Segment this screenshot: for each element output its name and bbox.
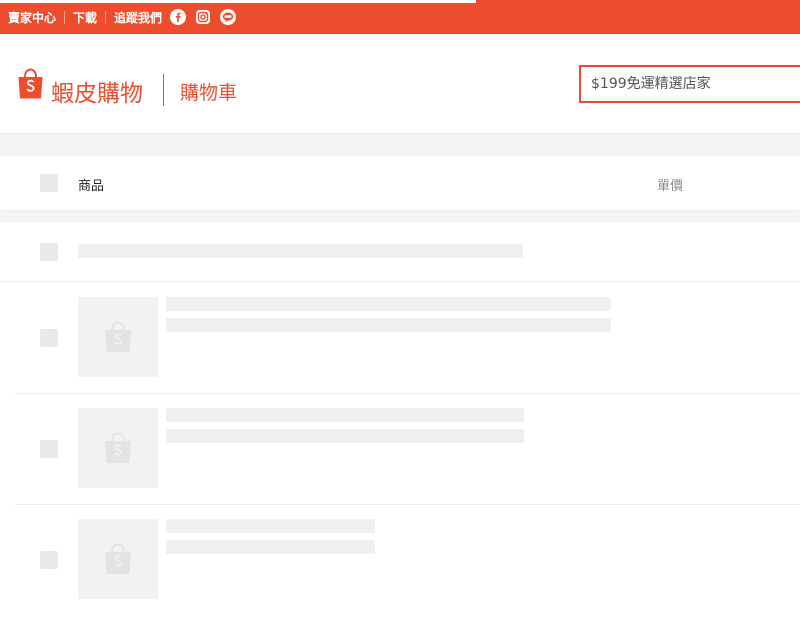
shop-row-skeleton	[0, 222, 800, 282]
nav-divider	[105, 10, 107, 24]
product-variant-placeholder	[166, 318, 611, 332]
download-link[interactable]: 下載	[73, 9, 97, 26]
cart-item-skeleton	[15, 283, 800, 394]
shopee-bag-placeholder-icon	[105, 432, 131, 463]
search-input[interactable]	[579, 65, 800, 103]
shopee-bag-placeholder-icon	[105, 321, 131, 352]
product-name-placeholder	[166, 519, 375, 533]
product-name-placeholder	[166, 297, 611, 311]
follow-us-label: 追蹤我們	[114, 10, 163, 25]
product-column-label: 商品	[78, 179, 105, 194]
product-thumbnail-placeholder	[78, 297, 158, 377]
shop-name-placeholder	[78, 244, 523, 258]
cart-column-header: 商品 單價	[0, 156, 800, 210]
product-thumbnail-placeholder	[78, 519, 158, 599]
page-title: 購物車	[180, 82, 238, 104]
top-navbar: 賣家中心 下載 追蹤我們	[0, 0, 800, 34]
shopee-bag-logo-icon[interactable]	[17, 68, 44, 100]
cart-items-list	[0, 222, 800, 622]
social-links	[170, 9, 237, 25]
item-checkbox[interactable]	[40, 551, 58, 569]
nav-divider	[64, 10, 66, 24]
product-thumbnail-placeholder	[78, 408, 158, 488]
line-icon[interactable]	[220, 9, 237, 25]
instagram-icon[interactable]	[195, 9, 211, 25]
logo-divider	[163, 74, 164, 106]
top-nav-links: 賣家中心 下載 追蹤我們	[8, 8, 237, 26]
select-all-checkbox[interactable]	[40, 174, 58, 192]
cart-item-skeleton	[15, 505, 800, 616]
cart-item-skeleton	[15, 394, 800, 505]
item-checkbox[interactable]	[40, 329, 58, 347]
item-checkbox[interactable]	[40, 440, 58, 458]
facebook-icon[interactable]	[170, 9, 187, 25]
loading-progress-bar	[0, 0, 476, 3]
page-header: 蝦皮購物 購物車	[0, 34, 800, 134]
product-name-placeholder	[166, 408, 524, 422]
logo-text[interactable]: 蝦皮購物	[51, 74, 143, 108]
seller-center-link[interactable]: 賣家中心	[8, 9, 56, 26]
shopee-bag-placeholder-icon	[105, 543, 131, 574]
shop-checkbox[interactable]	[40, 243, 58, 261]
unit-price-column-label: 單價	[657, 179, 684, 194]
product-variant-placeholder	[166, 540, 375, 554]
product-variant-placeholder	[166, 429, 524, 443]
